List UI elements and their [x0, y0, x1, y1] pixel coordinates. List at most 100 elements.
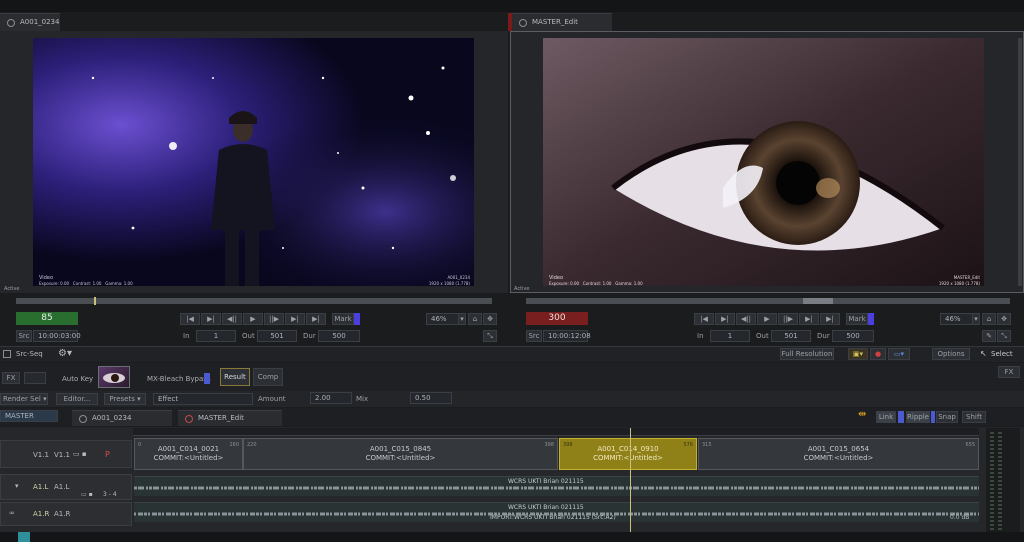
- source-playhead[interactable]: [94, 297, 96, 305]
- tab-source-viewer[interactable]: A001_0234: [0, 13, 60, 31]
- timeline-ruler[interactable]: [133, 428, 979, 436]
- play-icon[interactable]: ▶: [757, 313, 777, 325]
- gear-icon[interactable]: ⚙▾: [58, 348, 72, 359]
- fx-corner-button[interactable]: FX: [998, 366, 1020, 378]
- home-icon[interactable]: ⌂: [468, 313, 482, 325]
- dur-field[interactable]: 500: [318, 330, 360, 342]
- effect-thumbnail[interactable]: [98, 366, 130, 388]
- record-timecode[interactable]: 10:00:12:08: [543, 330, 591, 342]
- video-clip-selected[interactable]: 398 576 A001_C014_0910 COMMIT:<Untitled>: [559, 438, 697, 470]
- mark-button[interactable]: Mark: [332, 313, 354, 325]
- eyedropper-icon[interactable]: ✎: [982, 330, 996, 342]
- record-scrub-bar[interactable]: [526, 298, 1010, 304]
- record-scrollbar[interactable]: [1018, 38, 1022, 286]
- video-clip[interactable]: 315 655 A001_C015_0654 COMMIT:<Untitled>: [698, 438, 979, 470]
- fit-icon[interactable]: ✥: [997, 313, 1011, 325]
- tab-record-viewer[interactable]: MASTER_Edit: [512, 13, 612, 31]
- chevron-down-icon[interactable]: ▾: [972, 313, 980, 325]
- effect-color-swatch: [204, 373, 210, 384]
- expand-track-icon[interactable]: ▾: [15, 482, 19, 490]
- next-edit-icon[interactable]: ▶|: [799, 313, 819, 325]
- record-icon[interactable]: ●: [870, 348, 886, 360]
- dur-field[interactable]: 500: [832, 330, 874, 342]
- render-icon[interactable]: ▣▾: [848, 348, 868, 360]
- prev-edit-icon[interactable]: ▶|: [201, 313, 221, 325]
- zoom-select[interactable]: 46%: [426, 313, 460, 325]
- step-forward-icon[interactable]: ||▶: [778, 313, 798, 325]
- audio-clip[interactable]: WCRS UKTI Brian 021115: [134, 476, 979, 496]
- editor-button[interactable]: Editor...: [56, 393, 98, 405]
- track-header-v1[interactable]: V1.1 V1.1 ▭ ▪ P: [0, 440, 132, 468]
- track-header-a1[interactable]: ▾ A1.L A1.L ▭ ▪ 3 - 4: [0, 474, 132, 500]
- lock-icon[interactable]: ▭ ▪: [81, 491, 93, 498]
- src-button[interactable]: Src: [16, 330, 32, 342]
- go-to-end-icon[interactable]: ▶|: [820, 313, 840, 325]
- video-clip[interactable]: 220 398 A001_C015_0845 COMMIT:<Untitled>: [243, 438, 558, 470]
- link-chain-icon[interactable]: ∞: [9, 509, 15, 517]
- timeline-tab-master[interactable]: MASTER_Edit: [178, 410, 282, 426]
- audio-clip[interactable]: WCRS UKTI Brian 021115 IMPORT:WCRS UKTI …: [134, 502, 979, 522]
- timeline-playhead[interactable]: [630, 428, 631, 542]
- fit-icon[interactable]: ✥: [483, 313, 497, 325]
- mode-label[interactable]: Src-Seq: [16, 350, 43, 358]
- tab-label: A001_0234: [20, 18, 60, 26]
- home-icon[interactable]: ⌂: [982, 313, 996, 325]
- timeline-tab-source[interactable]: A001_0234: [72, 410, 172, 426]
- source-scrub-bar[interactable]: [16, 298, 492, 304]
- go-to-end-icon[interactable]: ▶|: [306, 313, 326, 325]
- ripple-toggle[interactable]: Ripple: [906, 411, 930, 423]
- record-viewer-image[interactable]: Video Exposure: 0.00 Contrast: 1.00 Gamm…: [543, 38, 984, 286]
- snap-toggle[interactable]: Snap: [936, 411, 958, 423]
- clip-tc-in: 220: [247, 442, 257, 448]
- move-icon[interactable]: ⇹: [858, 409, 866, 420]
- expand-icon[interactable]: ⤡: [997, 330, 1011, 342]
- out-field[interactable]: 501: [771, 330, 811, 342]
- mark-button[interactable]: Mark: [846, 313, 868, 325]
- in-field[interactable]: 1: [710, 330, 750, 342]
- step-back-icon[interactable]: ◀||: [736, 313, 756, 325]
- render-sel-button[interactable]: Render Sel ▾: [0, 393, 48, 405]
- go-to-start-icon[interactable]: |◀: [180, 313, 200, 325]
- chevron-down-icon[interactable]: ▾: [458, 313, 466, 325]
- grid-icon[interactable]: [3, 350, 11, 358]
- in-field[interactable]: 1: [196, 330, 236, 342]
- audio-clip-name: WCRS UKTI Brian 021115: [508, 478, 584, 485]
- step-back-icon[interactable]: ◀||: [222, 313, 242, 325]
- play-icon[interactable]: ▶: [243, 313, 263, 325]
- out-field[interactable]: 501: [257, 330, 297, 342]
- display-icon[interactable]: ▭▾: [888, 348, 910, 360]
- fx-button[interactable]: FX: [2, 372, 20, 384]
- go-to-start-icon[interactable]: |◀: [694, 313, 714, 325]
- shift-toggle[interactable]: Shift: [962, 411, 986, 423]
- video-clip[interactable]: 0 260 A001_C014_0021 COMMIT:<Untitled>: [134, 438, 243, 470]
- track-header-a1r[interactable]: ∞ A1.R A1.R: [0, 502, 132, 526]
- prev-edit-icon[interactable]: ▶|: [715, 313, 735, 325]
- link-toggle[interactable]: Link: [876, 411, 896, 423]
- clip-tc-out: 398: [544, 442, 554, 448]
- render-sel-label: Render Sel: [3, 395, 41, 403]
- lock-icon[interactable]: ▭ ▪: [73, 450, 87, 458]
- effect-field[interactable]: Effect: [153, 393, 253, 405]
- presets-button[interactable]: Presets ▾: [104, 393, 146, 405]
- master-label[interactable]: MASTER: [0, 410, 58, 422]
- comp-tab[interactable]: Comp: [253, 368, 283, 386]
- auto-key-label[interactable]: Auto Key: [62, 375, 93, 383]
- options-button[interactable]: Options: [932, 348, 970, 360]
- zoom-select[interactable]: 46%: [940, 313, 974, 325]
- mix-field[interactable]: 0.50: [410, 392, 452, 404]
- step-forward-icon[interactable]: ||▶: [264, 313, 284, 325]
- source-viewer-image[interactable]: Video Exposure: 0.00 Contrast: 1.00 Gamm…: [33, 38, 474, 286]
- result-tab[interactable]: Result: [220, 368, 250, 386]
- full-resolution-button[interactable]: Full Resolution: [780, 348, 834, 360]
- record-scrub-handle[interactable]: [803, 298, 833, 304]
- source-timecode[interactable]: 10:00:03:00: [33, 330, 81, 342]
- track-label: A1.L: [54, 483, 70, 491]
- amount-field[interactable]: 2.00: [310, 392, 352, 404]
- expand-icon[interactable]: ⤡: [483, 330, 497, 342]
- src-button[interactable]: Src: [526, 330, 542, 342]
- fx-secondary-button[interactable]: [24, 372, 46, 384]
- patch-indicator[interactable]: P: [105, 450, 110, 459]
- next-edit-icon[interactable]: ▶|: [285, 313, 305, 325]
- waveform: [134, 486, 979, 490]
- select-tool[interactable]: Select: [991, 350, 1013, 358]
